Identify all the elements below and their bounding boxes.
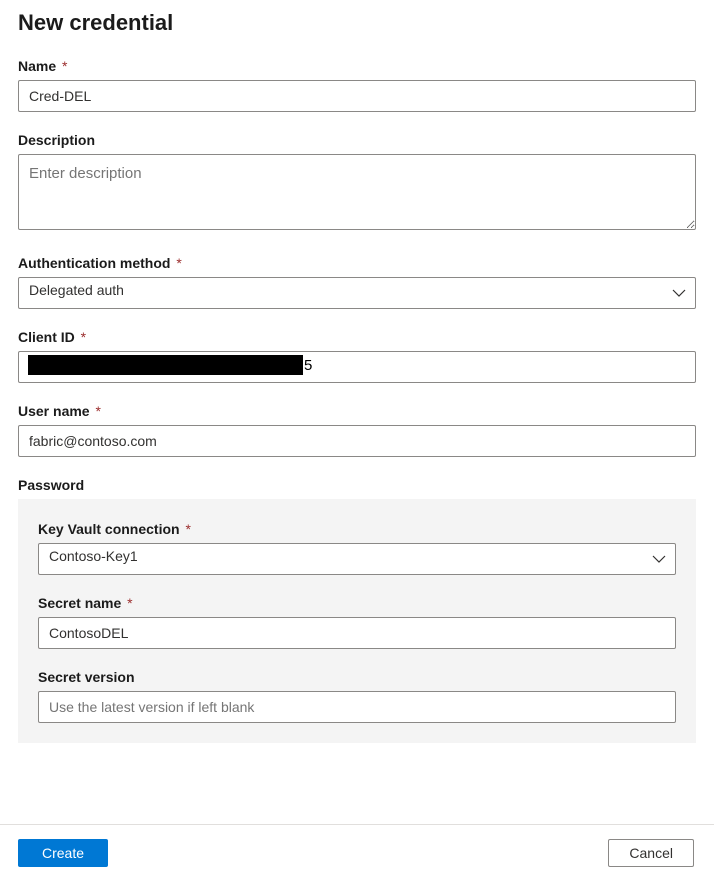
description-input[interactable]: [18, 154, 696, 230]
key-vault-label: Key Vault connection *: [38, 521, 676, 537]
client-id-label-text: Client ID: [18, 329, 75, 345]
client-id-input-wrapper: 5: [18, 351, 696, 383]
secret-name-label: Secret name *: [38, 595, 676, 611]
page-title: New credential: [18, 10, 696, 36]
name-label: Name *: [18, 58, 696, 74]
user-name-field-group: User name *: [18, 403, 696, 457]
name-field-group: Name *: [18, 58, 696, 112]
required-asterisk: *: [81, 329, 86, 345]
client-id-redaction-tail: 5: [304, 357, 312, 374]
client-id-label: Client ID *: [18, 329, 696, 345]
required-asterisk: *: [176, 255, 181, 271]
auth-method-select[interactable]: Delegated auth: [18, 277, 696, 309]
password-label: Password: [18, 477, 696, 493]
secret-version-input[interactable]: [38, 691, 676, 723]
secret-version-label: Secret version: [38, 669, 676, 685]
user-name-label-text: User name: [18, 403, 90, 419]
description-label-text: Description: [18, 132, 95, 148]
auth-method-select-wrapper: Delegated auth: [18, 277, 696, 309]
description-field-group: Description: [18, 132, 696, 235]
auth-method-label-text: Authentication method: [18, 255, 170, 271]
user-name-input[interactable]: [18, 425, 696, 457]
secret-version-label-text: Secret version: [38, 669, 135, 685]
secret-name-input[interactable]: [38, 617, 676, 649]
cancel-button[interactable]: Cancel: [608, 839, 694, 867]
required-asterisk: *: [127, 595, 132, 611]
secret-version-field-group: Secret version: [38, 669, 676, 723]
client-id-redaction: [28, 355, 303, 375]
client-id-field-group: Client ID * 5: [18, 329, 696, 383]
name-input[interactable]: [18, 80, 696, 112]
create-button[interactable]: Create: [18, 839, 108, 867]
credential-form: Name * Description Authentication method…: [18, 58, 696, 834]
auth-method-field-group: Authentication method * Delegated auth: [18, 255, 696, 309]
key-vault-label-text: Key Vault connection: [38, 521, 180, 537]
description-label: Description: [18, 132, 696, 148]
footer-bar: Create Cancel: [0, 824, 714, 881]
key-vault-select[interactable]: Contoso-Key1: [38, 543, 676, 575]
required-asterisk: *: [185, 521, 190, 537]
auth-method-label: Authentication method *: [18, 255, 696, 271]
required-asterisk: *: [62, 58, 67, 74]
password-field-group: Password Key Vault connection * Contoso-…: [18, 477, 696, 743]
secret-name-label-text: Secret name: [38, 595, 121, 611]
password-panel: Key Vault connection * Contoso-Key1 Secr…: [18, 499, 696, 743]
password-label-text: Password: [18, 477, 84, 493]
key-vault-field-group: Key Vault connection * Contoso-Key1: [38, 521, 676, 575]
user-name-label: User name *: [18, 403, 696, 419]
name-label-text: Name: [18, 58, 56, 74]
secret-name-field-group: Secret name *: [38, 595, 676, 649]
required-asterisk: *: [95, 403, 100, 419]
key-vault-select-wrapper: Contoso-Key1: [38, 543, 676, 575]
